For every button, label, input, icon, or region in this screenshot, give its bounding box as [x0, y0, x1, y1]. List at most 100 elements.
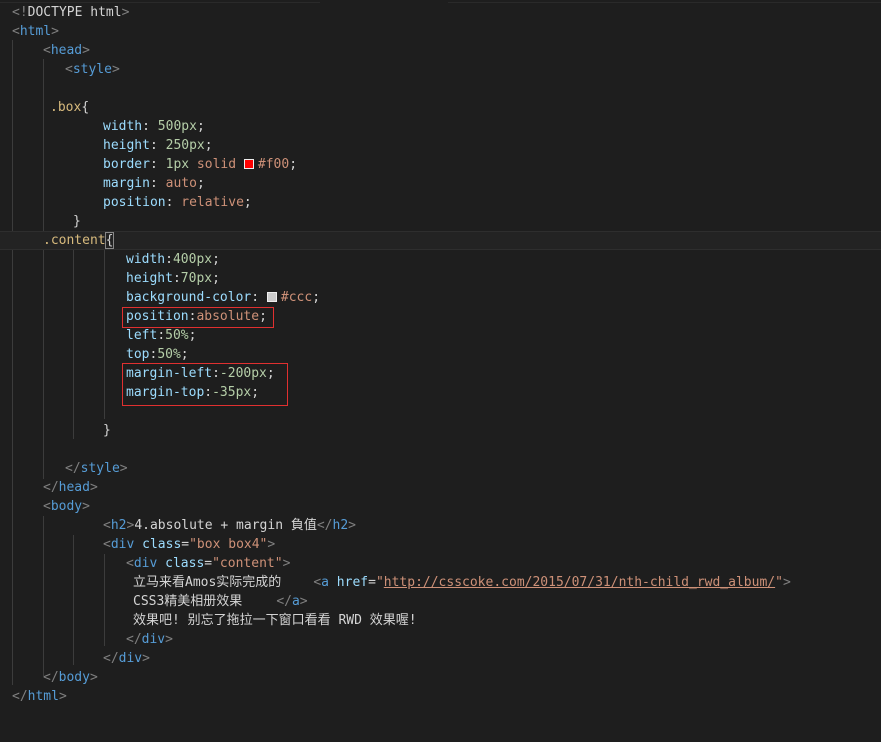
color-swatch-icon[interactable]: [243, 159, 254, 169]
colon: :: [149, 176, 166, 191]
code-line: border: 1px solid #f00;: [0, 155, 881, 174]
code-line: height: 250px;: [0, 136, 881, 155]
text-content: CSS3精美相册效果: [133, 594, 243, 609]
tag-bracket: >: [82, 43, 90, 58]
tag-name: body: [50, 499, 83, 514]
css-property: top: [126, 347, 150, 362]
css-selector: .content: [43, 233, 106, 248]
code-line: position:absolute;: [0, 307, 881, 326]
tag-bracket: </: [316, 518, 333, 533]
css-value: absolute: [196, 309, 260, 324]
code-line: position: relative;: [0, 193, 881, 212]
css-property: margin-top: [126, 385, 205, 400]
css-property: height: [126, 271, 173, 286]
tag-name: head: [50, 43, 83, 58]
tag-bracket: >: [82, 499, 90, 514]
code-line: margin-left:-200px;: [0, 364, 881, 383]
code-line: <h2>4.absolute + margin 負值</h2>: [0, 516, 881, 535]
tag-name: style: [72, 62, 112, 77]
tag-bracket: </: [126, 632, 142, 647]
code-line: }: [0, 421, 881, 440]
doctype-text: DOCTYPE html: [27, 5, 122, 20]
css-property: margin: [103, 176, 150, 191]
tag-bracket: >: [89, 670, 98, 685]
tag-bracket: </: [43, 670, 59, 685]
code-line: <head>: [0, 41, 881, 60]
tag-bracket: >: [782, 575, 791, 590]
tag-name: div: [133, 556, 158, 571]
code-line: left:50%;: [0, 326, 881, 345]
code-line: CSS3精美相册效果 </a>: [0, 592, 881, 611]
tag-bracket: >: [119, 461, 128, 476]
code-line: width: 500px;: [0, 117, 881, 136]
css-property: height: [103, 138, 150, 153]
tag-bracket: <: [43, 499, 51, 514]
css-value: solid: [189, 157, 244, 172]
tag-name: div: [110, 537, 135, 552]
code-line: 立马来看Amos实际完成的 <a href="http://csscoke.com…: [0, 573, 881, 592]
tag-bracket: >: [165, 632, 173, 647]
tag-bracket: </: [43, 480, 59, 495]
text-content: 效果吧! 别忘了拖拉一下窗口看看 RWD 效果喔!: [133, 613, 417, 628]
tag-name: style: [80, 461, 120, 476]
text-content: 立马来看Amos实际完成的: [133, 575, 282, 590]
css-value: 1px: [165, 157, 190, 172]
tag-name: a: [321, 575, 329, 590]
colon: :: [165, 195, 182, 210]
css-value: 70px: [180, 271, 213, 286]
attr-value: "content": [212, 556, 283, 571]
css-value: 50%: [165, 328, 189, 343]
tag-bracket: >: [348, 518, 356, 533]
tag-name: body: [58, 670, 90, 685]
tag-name: h2: [110, 518, 127, 533]
equals: =: [204, 556, 213, 571]
code-line: </html>: [0, 687, 881, 706]
href-link[interactable]: http://csscoke.com/2015/07/31/nth-child_…: [384, 575, 775, 590]
semicolon: ;: [259, 309, 267, 324]
code-line: width:400px;: [0, 250, 881, 269]
code-line: <body>: [0, 497, 881, 516]
tag-bracket: <: [65, 62, 73, 77]
tag-bracket: >: [89, 480, 98, 495]
code-line: </body>: [0, 668, 881, 687]
code-line: <div class="box box4">: [0, 535, 881, 554]
code-line: <div class="content">: [0, 554, 881, 573]
semicolon: ;: [212, 271, 220, 286]
code-line: </head>: [0, 478, 881, 497]
tag-bracket: >: [58, 689, 67, 704]
css-value: relative: [181, 195, 244, 210]
colon: :: [251, 290, 267, 305]
tag-bracket: </: [103, 651, 119, 666]
semicolon: ;: [251, 385, 260, 400]
color-swatch-icon[interactable]: [266, 292, 277, 302]
semicolon: ;: [196, 176, 205, 191]
code-line: margin: auto;: [0, 174, 881, 193]
tag-bracket: </: [12, 689, 28, 704]
css-value: #f00: [257, 157, 290, 172]
tag-name: a: [291, 594, 300, 609]
colon: :: [157, 328, 166, 343]
tag-name: html: [27, 689, 59, 704]
tag-bracket: </: [65, 461, 81, 476]
tag-name: div: [118, 651, 143, 666]
code-line: background-color: #ccc;: [0, 288, 881, 307]
code-line: height:70px;: [0, 269, 881, 288]
css-property: width: [103, 119, 143, 134]
tag-name: head: [58, 480, 90, 495]
tag-bracket: </: [276, 594, 292, 609]
text-content: 4.absolute + margin 負值: [134, 518, 317, 533]
colon: :: [212, 366, 220, 381]
tag-bracket: >: [142, 651, 150, 666]
code-line: </style>: [0, 459, 881, 478]
tag-name: h2: [332, 518, 349, 533]
tag-bracket: <: [43, 43, 51, 58]
colon: :: [204, 385, 213, 400]
brace: {: [81, 100, 90, 115]
tag-bracket: <: [126, 556, 134, 571]
tag-bracket: <: [12, 24, 20, 39]
code-editor[interactable]: <!DOCTYPE html> <html> <head> <style> .b…: [0, 0, 881, 742]
semicolon: ;: [180, 347, 189, 362]
colon: :: [149, 138, 166, 153]
attr-name: class: [157, 556, 205, 571]
colon: :: [172, 271, 181, 286]
